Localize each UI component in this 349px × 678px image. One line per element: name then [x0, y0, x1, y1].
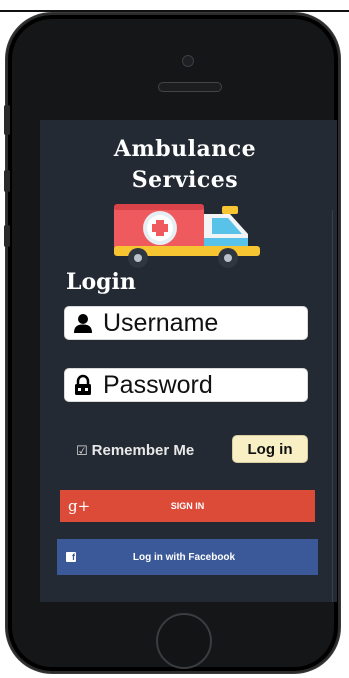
- mute-switch: [4, 105, 10, 135]
- checkbox-icon[interactable]: ☑: [76, 443, 88, 459]
- scrollbar[interactable]: [332, 210, 333, 602]
- top-border-line: [0, 10, 349, 12]
- google-sign-in-button[interactable]: g+ SIGN IN: [60, 490, 315, 522]
- username-field[interactable]: [64, 306, 308, 340]
- app-title-line1: Ambulance: [113, 136, 257, 162]
- facebook-login-button[interactable]: f Log in with Facebook: [57, 539, 318, 575]
- front-camera: [182, 55, 194, 67]
- volume-down-button: [4, 225, 10, 247]
- username-input[interactable]: [103, 308, 293, 338]
- app-screen: Ambulance Services Login Username ☑ Reme…: [40, 120, 337, 602]
- remember-me-checkbox[interactable]: ☑ Remember Me: [76, 442, 194, 459]
- login-heading: Login: [66, 269, 136, 295]
- remember-me-label: Remember Me: [91, 442, 195, 459]
- app-title-line2: Services: [131, 167, 239, 193]
- google-plus-icon: g+: [68, 497, 91, 515]
- user-icon: [71, 311, 95, 335]
- earpiece-speaker: [158, 82, 222, 92]
- lock-icon: [71, 373, 95, 397]
- login-button[interactable]: Log in: [232, 435, 308, 463]
- phone-frame: Ambulance Services Login Username ☑ Reme…: [4, 13, 340, 673]
- home-button[interactable]: [156, 613, 212, 669]
- password-field[interactable]: [64, 368, 308, 402]
- ambulance-icon: [114, 204, 260, 268]
- google-sign-in-label: SIGN IN: [170, 501, 205, 511]
- facebook-icon: f: [66, 552, 76, 562]
- facebook-login-label: Log in with Facebook: [132, 551, 236, 563]
- password-input[interactable]: [103, 370, 293, 400]
- volume-up-button: [4, 170, 10, 192]
